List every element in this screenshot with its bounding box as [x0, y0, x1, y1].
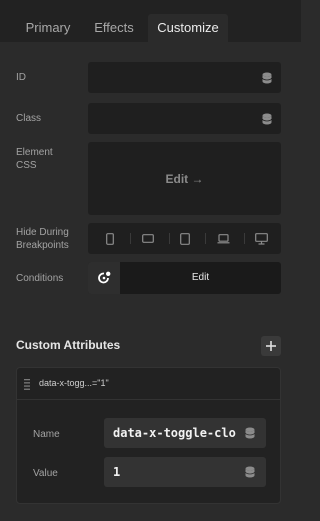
phone-landscape-button[interactable]	[133, 223, 163, 254]
id-label: ID	[16, 72, 26, 83]
desktop-icon	[254, 232, 268, 245]
custom-attribute-summary: data-x-togg...="1"	[39, 378, 109, 388]
hide-breakpoints-line2: Breakpoints	[16, 240, 69, 251]
attribute-name-label: Name	[33, 429, 60, 440]
attribute-value-label: Value	[33, 468, 58, 479]
tab-bar: Primary Effects Customize	[0, 0, 301, 42]
custom-attribute-header[interactable]: data-x-togg...="1"	[17, 368, 280, 400]
hide-breakpoints-label: Hide During Breakpoints	[16, 226, 69, 252]
id-input[interactable]	[88, 62, 281, 93]
conditions-edit-button[interactable]: Edit	[120, 262, 281, 294]
plus-icon	[266, 341, 276, 351]
element-css-label-line2: CSS	[16, 160, 37, 171]
tab-effects[interactable]: Effects	[86, 14, 142, 42]
conditions-control: Edit	[88, 262, 281, 294]
laptop-button[interactable]	[208, 223, 238, 254]
add-attribute-button[interactable]	[261, 336, 281, 356]
class-label: Class	[16, 113, 42, 124]
element-css-label-line1: Element	[16, 147, 53, 158]
tab-primary[interactable]: Primary	[16, 14, 80, 42]
attribute-name-value: data-x-toggle-clo	[113, 426, 236, 440]
laptop-icon	[217, 233, 229, 243]
database-icon[interactable]	[262, 113, 272, 125]
custom-attributes-title: Custom Attributes	[16, 338, 121, 352]
hide-breakpoints-line1: Hide During	[16, 227, 69, 238]
custom-attribute-item: data-x-togg...="1" Name data-x-toggle-cl…	[16, 367, 281, 504]
tablet-button[interactable]	[171, 223, 199, 254]
phone-portrait-icon	[106, 232, 114, 245]
class-input[interactable]	[88, 103, 281, 134]
divider	[169, 233, 170, 244]
element-css-label: Element CSS	[16, 146, 53, 172]
divider	[244, 233, 245, 244]
attribute-name-input[interactable]: data-x-toggle-clo	[104, 418, 266, 448]
breakpoint-toggle-group	[88, 223, 281, 254]
element-css-edit-label: Edit →	[165, 171, 204, 186]
element-css-edit-button[interactable]: Edit →	[88, 142, 281, 215]
tab-customize[interactable]: Customize	[148, 14, 228, 42]
database-icon[interactable]	[245, 427, 255, 439]
phone-landscape-icon	[142, 234, 154, 243]
conditions-icon	[98, 271, 111, 284]
drag-handle-icon[interactable]	[24, 379, 30, 390]
phone-portrait-button[interactable]	[96, 223, 124, 254]
database-icon[interactable]	[245, 466, 255, 478]
divider	[130, 233, 131, 244]
desktop-button[interactable]	[246, 223, 276, 254]
attribute-value-value: 1	[113, 465, 121, 479]
conditions-label: Conditions	[16, 273, 64, 284]
attribute-value-input[interactable]: 1	[104, 457, 266, 487]
tablet-icon	[180, 232, 190, 245]
conditions-icon-button[interactable]	[88, 262, 120, 294]
database-icon[interactable]	[262, 72, 272, 84]
divider	[205, 233, 206, 244]
